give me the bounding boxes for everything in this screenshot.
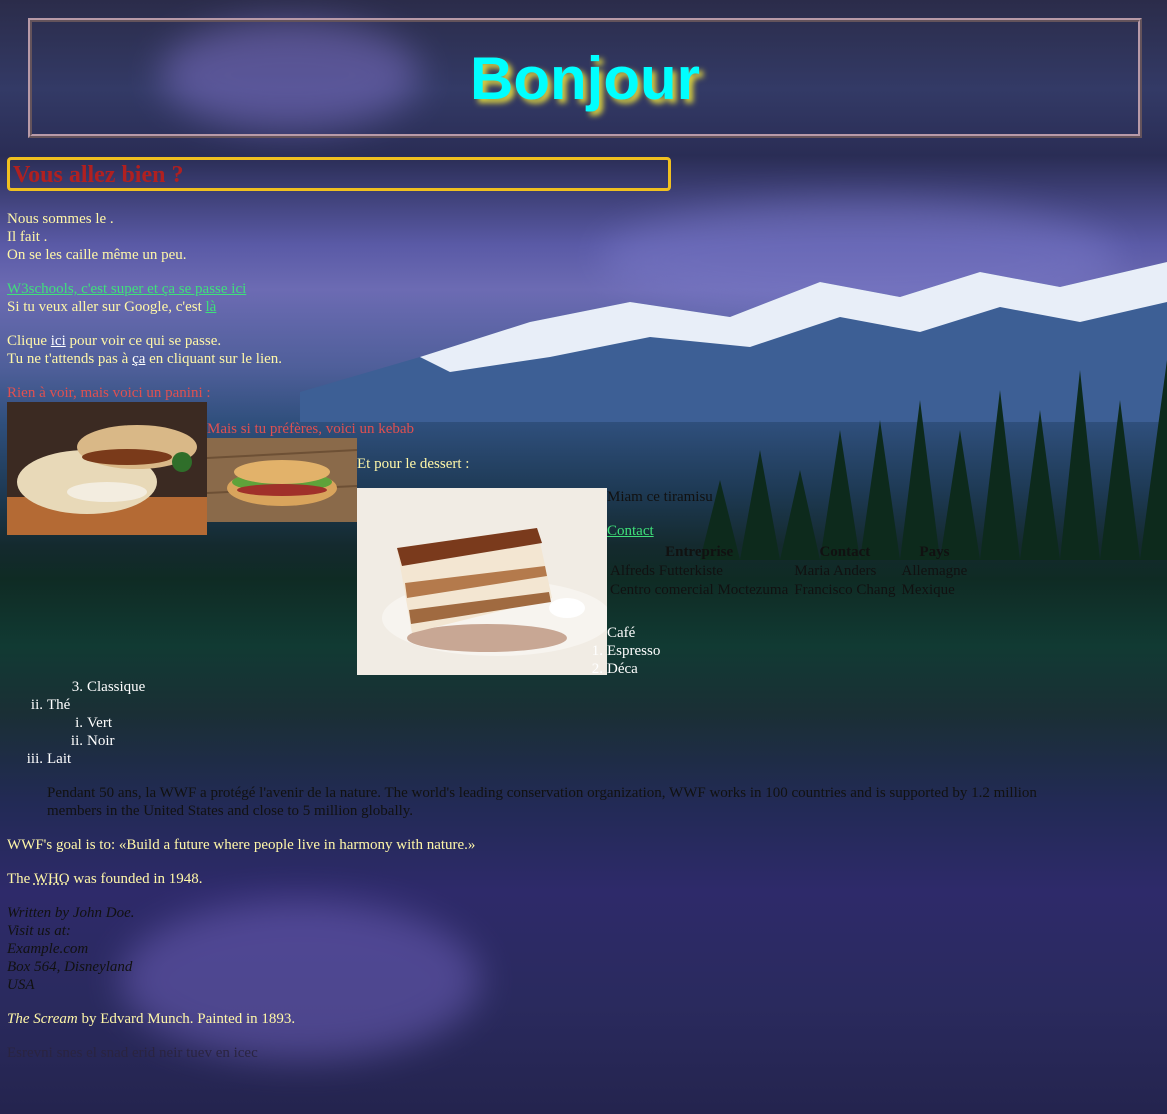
expect-line: Tu ne t'attends pas à ça en cliquant sur… [7,350,282,368]
kebab-caption: Mais si tu préfères, voici un kebab [207,421,415,437]
blockquote-line: members in the United States and close t… [47,803,414,819]
subtitle-heading: Vous allez bien ? [13,162,184,188]
list-marker: 2. [591,661,603,677]
reversed-text: Esrevni snes el snad erid neir tuev en i… [7,1045,258,1061]
intro-weather: Il fait . [7,229,48,245]
subtitle-box: Vous allez bien ? [7,157,671,191]
forest-background [700,360,1167,560]
kebab-image [207,438,357,522]
table-cell: Alfreds Futterkiste [610,563,723,579]
click-suffix: pour voir ce qui se passe. [65,333,222,349]
column-header: Pays [919,544,950,560]
table-header-row: Entreprise Contact Pays [607,543,970,562]
who-prefix: The [7,871,34,887]
panini-image [7,402,207,535]
tiramisu-image [357,488,607,675]
scream-line: The Scream by Edvard Munch. Painted in 1… [7,1010,295,1028]
list-item-vert: i. Vert [65,714,112,732]
list-item-espresso: 1. Espresso [585,642,661,660]
address-line: USA [7,977,35,993]
cloud [120,900,480,1060]
panini-caption: Rien à voir, mais voici un panini : [7,385,211,401]
wwf-goal: WWF's goal is to: «Build a future where … [7,837,476,853]
scream-rest: by Edvard Munch. Painted in 1893. [77,1011,296,1027]
column-header: Entreprise [665,544,734,560]
table-row: Alfreds Futterkiste Maria Anders Allemag… [607,562,970,581]
expect-link[interactable]: ça [132,351,145,367]
expect-prefix: Tu ne t'attends pas à [7,351,133,367]
list-item-the: ii. Thé [25,696,70,714]
list-marker: iii. [26,751,43,767]
list-item-label: Espresso [607,643,661,659]
address-line: Box 564, Disneyland [7,959,133,975]
google-line: Si tu veux aller sur Google, c'est là [7,298,216,316]
table-cell: Mexique [901,582,955,598]
header-banner: Bonjour [28,18,1142,138]
scream-title: The Scream [7,1011,78,1027]
click-line: Clique ici pour voir ce qui se passe. [7,332,221,350]
table-row: Centro comercial Moctezuma Francisco Cha… [607,581,970,600]
list-item-label: Noir [87,733,115,749]
mountains-background [300,262,1167,422]
who-line: The WHO was founded in 1948. [7,870,203,888]
table-cell: Francisco Chang [794,582,896,598]
list-marker: 3. [71,679,83,695]
expect-suffix: en cliquant sur le lien. [145,351,283,367]
column-header: Contact [819,544,871,560]
who-abbr: WHO [33,871,70,887]
intro-cold: On se les caille même un peu. [7,247,187,263]
who-suffix: was founded in 1948. [69,871,203,887]
google-link[interactable]: là [206,299,217,315]
blockquote-line: Pendant 50 ans, la WWF a protégé l'aveni… [47,785,1037,801]
list-item-label: Déca [607,661,638,677]
list-item-label: Vert [87,715,112,731]
list-item-deca: 2. Déca [585,660,638,678]
list-item-label: Classique [87,679,146,695]
table-cell: Allemagne [901,563,968,579]
google-prefix: Si tu veux aller sur Google, c'est [7,299,206,315]
dessert-caption: Et pour le dessert : [357,456,470,472]
list-item-label: Lait [47,751,72,767]
click-prefix: Clique [7,333,51,349]
list-item-classique: 3. Classique [65,678,146,696]
list-item-cafe: Café [607,625,636,641]
tiramisu-caption: Miam ce tiramisu [607,489,713,505]
list-marker: 1. [591,643,603,659]
list-marker: ii. [30,697,43,713]
table-cell: Centro comercial Moctezuma [610,582,789,598]
contact-link[interactable]: Contact [607,523,654,539]
list-item-lait: iii. Lait [25,750,71,768]
click-here-link[interactable]: ici [51,333,66,349]
list-item-noir: ii. Noir [65,732,115,750]
address-line: Written by John Doe. [7,905,135,921]
list-marker: i. [75,715,83,731]
w3schools-link[interactable]: W3schools, c'est super et ça se passe ic… [7,281,246,297]
list-marker: ii. [70,733,83,749]
page-title: Bonjour [470,44,700,112]
address-line: Visit us at: [7,923,71,939]
table-cell: Maria Anders [794,563,877,579]
cloud [600,200,1120,320]
list-item-label: Thé [47,697,71,713]
address-line: Example.com [7,941,89,957]
intro-date: Nous sommes le . [7,211,114,227]
contacts-table: Entreprise Contact Pays Alfreds Futterki… [607,543,970,600]
